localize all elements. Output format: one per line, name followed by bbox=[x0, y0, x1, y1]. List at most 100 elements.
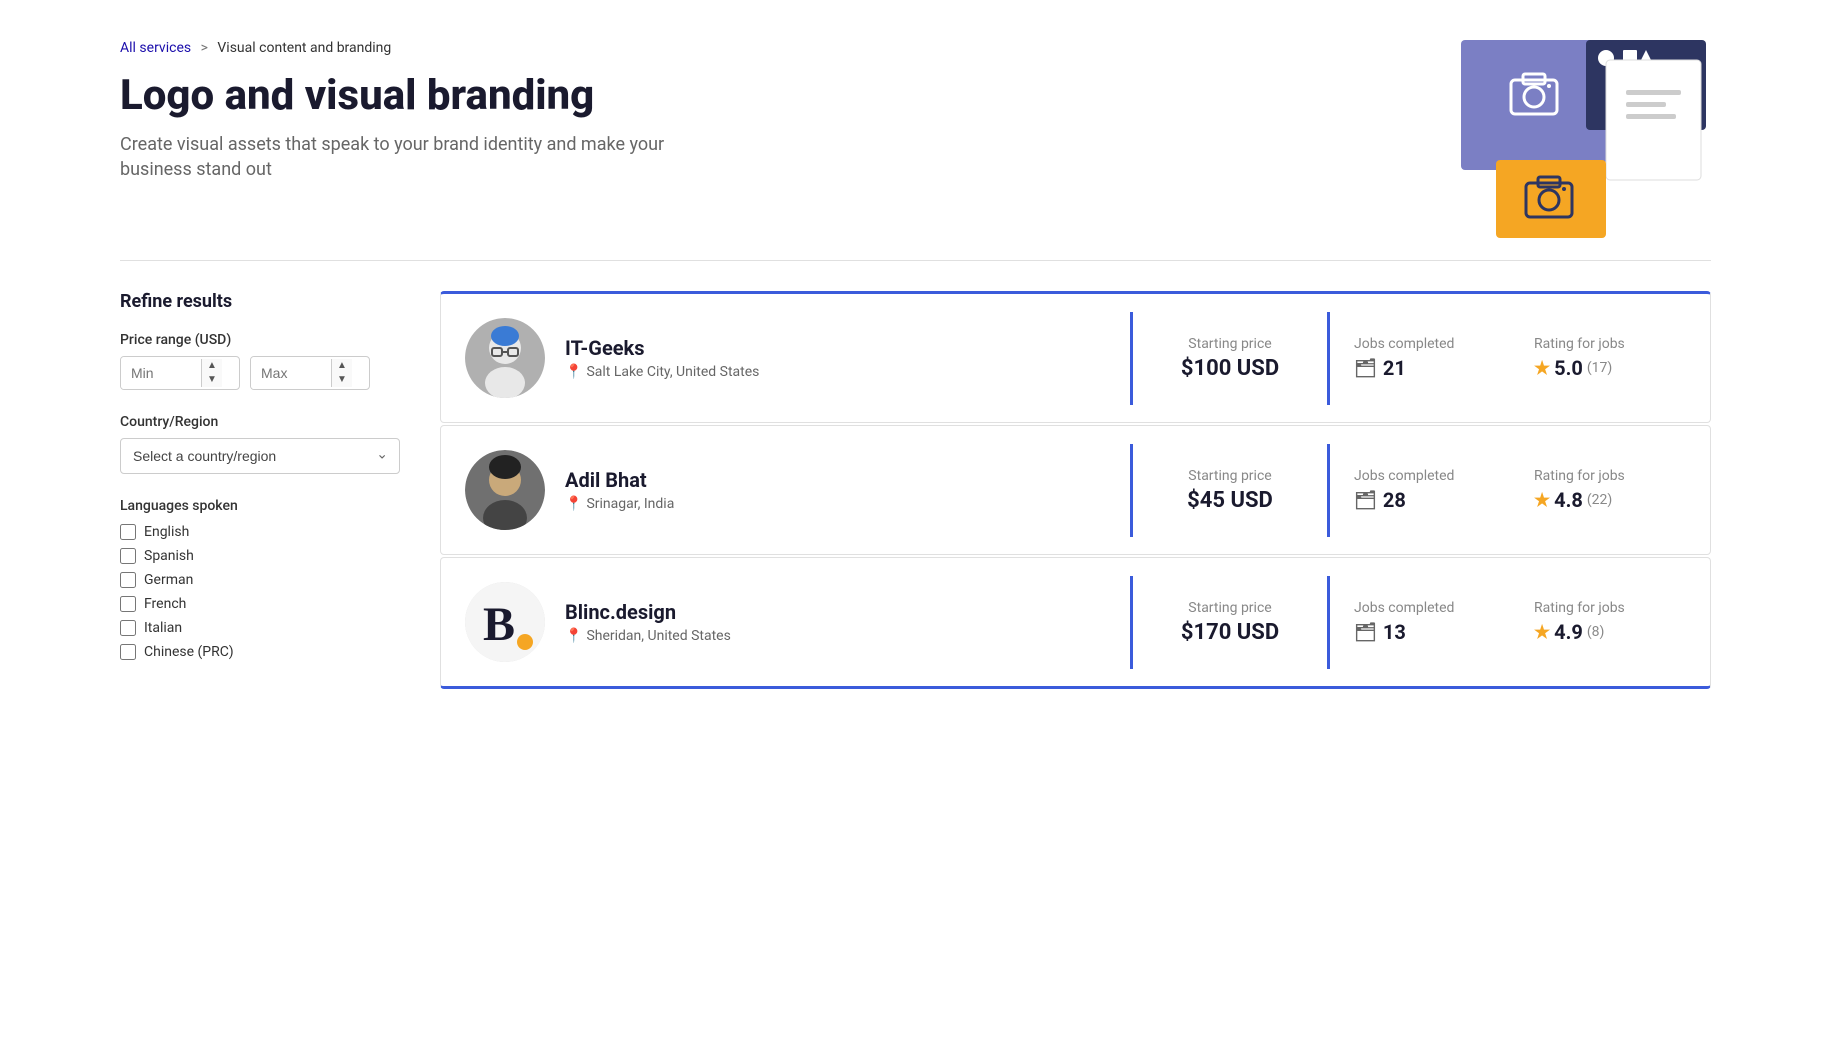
languages-label: Languages spoken bbox=[120, 498, 400, 514]
language-checkbox-lang-english[interactable] bbox=[120, 524, 136, 540]
rating-label: Rating for jobs bbox=[1534, 600, 1686, 616]
star-icon: ★ bbox=[1534, 358, 1550, 379]
price-range-label: Price range (USD) bbox=[120, 332, 400, 348]
price-min-input[interactable] bbox=[121, 357, 201, 389]
price-column: Starting price $170 USD bbox=[1130, 576, 1330, 669]
seller-name: Adil Bhat bbox=[565, 468, 674, 492]
listing-card[interactable]: IT-Geeks 📍 Salt Lake City, United States… bbox=[440, 291, 1711, 423]
price-value: $45 USD bbox=[1157, 488, 1303, 513]
jobs-column: Jobs completed 🗂 28 bbox=[1330, 444, 1510, 536]
rating-label: Rating for jobs bbox=[1534, 336, 1686, 352]
price-value: $100 USD bbox=[1157, 356, 1303, 381]
price-value: $170 USD bbox=[1157, 620, 1303, 645]
jobs-icon: 🗂 bbox=[1354, 622, 1377, 643]
page-subtitle: Create visual assets that speak to your … bbox=[120, 132, 720, 182]
star-icon: ★ bbox=[1534, 622, 1550, 643]
languages-filter: Languages spoken English Spanish German … bbox=[120, 498, 400, 660]
rating-count: (22) bbox=[1587, 492, 1612, 508]
rating-count: (17) bbox=[1587, 360, 1612, 376]
listing-card[interactable]: B Blinc.design 📍 Sheridan, United States… bbox=[440, 557, 1711, 689]
language-checkbox-item[interactable]: Italian bbox=[120, 620, 400, 636]
language-label-lang-english: English bbox=[144, 524, 189, 540]
language-checkbox-item[interactable]: German bbox=[120, 572, 400, 588]
hero-illustration bbox=[1431, 30, 1711, 230]
jobs-icon: 🗂 bbox=[1354, 490, 1377, 511]
jobs-label: Jobs completed bbox=[1354, 600, 1486, 616]
language-checkbox-item[interactable]: French bbox=[120, 596, 400, 612]
rating-value: ★ 4.9 (8) bbox=[1534, 620, 1686, 644]
seller-info: Adil Bhat 📍 Srinagar, India bbox=[565, 468, 674, 512]
seller-avatar: B bbox=[465, 582, 545, 662]
breadcrumb-separator: > bbox=[201, 40, 208, 56]
price-label: Starting price bbox=[1157, 468, 1303, 484]
svg-text:B: B bbox=[483, 598, 515, 651]
language-checkbox-item[interactable]: Chinese (PRC) bbox=[120, 644, 400, 660]
seller-info: Blinc.design 📍 Sheridan, United States bbox=[565, 600, 731, 644]
seller-location: 📍 Srinagar, India bbox=[565, 496, 674, 512]
breadcrumb-current: Visual content and branding bbox=[217, 40, 391, 56]
rating-count: (8) bbox=[1587, 624, 1605, 640]
price-max-input-wrap: ▲ ▼ bbox=[250, 356, 370, 390]
listings-container: IT-Geeks 📍 Salt Lake City, United States… bbox=[440, 291, 1711, 691]
language-checkbox-item[interactable]: English bbox=[120, 524, 400, 540]
jobs-column: Jobs completed 🗂 13 bbox=[1330, 576, 1510, 668]
language-checkbox-lang-chinese[interactable] bbox=[120, 644, 136, 660]
country-select-wrap: Select a country/region bbox=[120, 438, 400, 474]
jobs-label: Jobs completed bbox=[1354, 336, 1486, 352]
price-max-down[interactable]: ▼ bbox=[332, 373, 352, 387]
page-title: Logo and visual branding bbox=[120, 72, 720, 120]
refine-title: Refine results bbox=[120, 291, 400, 312]
language-label-lang-chinese: Chinese (PRC) bbox=[144, 644, 234, 660]
rating-column: Rating for jobs ★ 5.0 (17) bbox=[1510, 312, 1710, 404]
rating-label: Rating for jobs bbox=[1534, 468, 1686, 484]
price-min-input-wrap: ▲ ▼ bbox=[120, 356, 240, 390]
location-icon: 📍 bbox=[565, 364, 582, 380]
jobs-column: Jobs completed 🗂 21 bbox=[1330, 312, 1510, 404]
seller-avatar bbox=[465, 318, 545, 398]
jobs-value: 🗂 21 bbox=[1354, 356, 1486, 380]
price-min-up[interactable]: ▲ bbox=[202, 359, 222, 373]
language-label-lang-italian: Italian bbox=[144, 620, 182, 636]
country-label: Country/Region bbox=[120, 414, 400, 430]
language-checkbox-item[interactable]: Spanish bbox=[120, 548, 400, 564]
price-min-down[interactable]: ▼ bbox=[202, 373, 222, 387]
rating-value: ★ 4.8 (22) bbox=[1534, 488, 1686, 512]
location-text: Sheridan, United States bbox=[586, 628, 730, 644]
price-max-input[interactable] bbox=[251, 357, 331, 389]
listing-profile: IT-Geeks 📍 Salt Lake City, United States bbox=[441, 294, 1130, 422]
jobs-label: Jobs completed bbox=[1354, 468, 1486, 484]
all-services-link[interactable]: All services bbox=[120, 40, 191, 56]
listing-card[interactable]: Adil Bhat 📍 Srinagar, India Starting pri… bbox=[440, 425, 1711, 555]
location-text: Srinagar, India bbox=[586, 496, 674, 512]
jobs-value: 🗂 13 bbox=[1354, 620, 1486, 644]
price-max-up[interactable]: ▲ bbox=[332, 359, 352, 373]
seller-info: IT-Geeks 📍 Salt Lake City, United States bbox=[565, 336, 759, 380]
language-checkbox-lang-french[interactable] bbox=[120, 596, 136, 612]
seller-location: 📍 Sheridan, United States bbox=[565, 628, 731, 644]
listing-profile: Adil Bhat 📍 Srinagar, India bbox=[441, 426, 1130, 554]
language-checkbox-lang-german[interactable] bbox=[120, 572, 136, 588]
seller-name: Blinc.design bbox=[565, 600, 731, 624]
language-label-lang-german: German bbox=[144, 572, 193, 588]
breadcrumb: All services > Visual content and brandi… bbox=[120, 40, 720, 56]
seller-location: 📍 Salt Lake City, United States bbox=[565, 364, 759, 380]
listing-profile: B Blinc.design 📍 Sheridan, United States bbox=[441, 558, 1130, 686]
star-icon: ★ bbox=[1534, 490, 1550, 511]
language-checkbox-lang-italian[interactable] bbox=[120, 620, 136, 636]
country-select[interactable]: Select a country/region bbox=[120, 438, 400, 474]
sidebar: Refine results Price range (USD) ▲ ▼ ▲ ▼ bbox=[120, 291, 400, 691]
language-label-lang-french: French bbox=[144, 596, 186, 612]
language-label-lang-spanish: Spanish bbox=[144, 548, 194, 564]
rating-column: Rating for jobs ★ 4.9 (8) bbox=[1510, 576, 1710, 668]
language-checkbox-lang-spanish[interactable] bbox=[120, 548, 136, 564]
seller-name: IT-Geeks bbox=[565, 336, 759, 360]
location-icon: 📍 bbox=[565, 628, 582, 644]
location-icon: 📍 bbox=[565, 496, 582, 512]
country-filter: Country/Region Select a country/region bbox=[120, 414, 400, 474]
jobs-value: 🗂 28 bbox=[1354, 488, 1486, 512]
location-text: Salt Lake City, United States bbox=[586, 364, 759, 380]
seller-avatar bbox=[465, 450, 545, 530]
price-column: Starting price $100 USD bbox=[1130, 312, 1330, 405]
language-checkboxes-container: English Spanish German French Italian Ch… bbox=[120, 524, 400, 660]
price-range-filter: Price range (USD) ▲ ▼ ▲ ▼ bbox=[120, 332, 400, 390]
